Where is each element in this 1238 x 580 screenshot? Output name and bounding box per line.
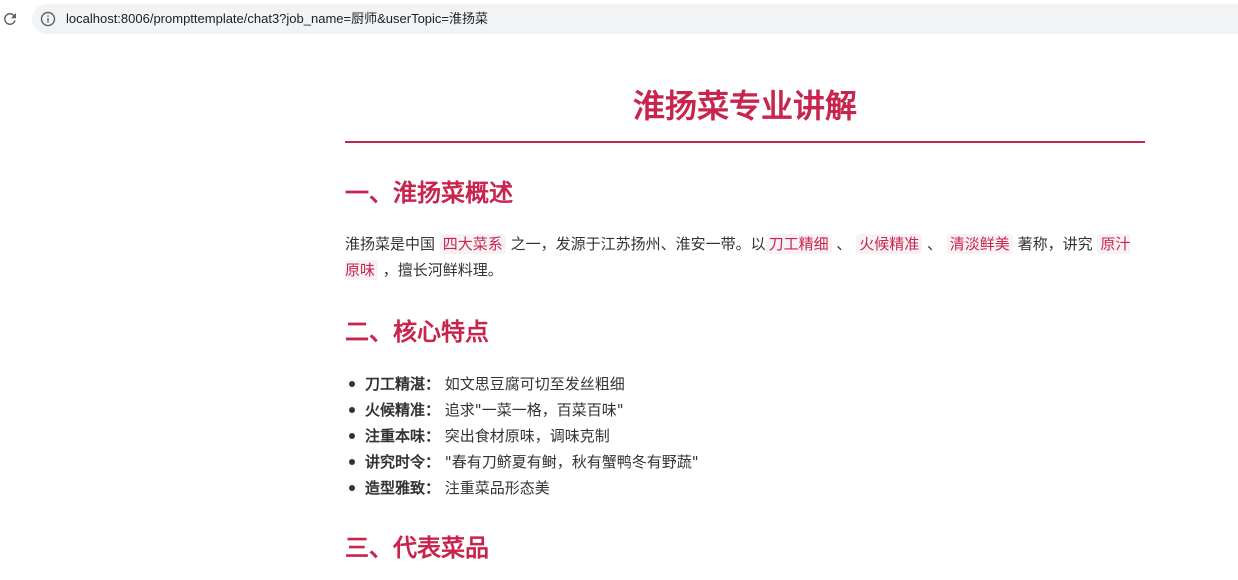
url-text[interactable]: localhost:8006/prompttemplate/chat3?job_… [66, 10, 488, 28]
overview-paragraph: 淮扬菜是中国 四大菜系 之一，发源于江苏扬州、淮安一带。以 刀工精细 、 火候精准… [345, 231, 1145, 283]
features-list: 刀工精湛： 如文思豆腐可切至发丝粗细 火候精准： 追求"一菜一格，百菜百味" 注… [349, 371, 1145, 501]
separator: 、 [836, 235, 852, 253]
bullet-icon [349, 485, 355, 491]
feature-desc: "春有刀鲚夏有鲥，秋有蟹鸭冬有野蔬" [444, 453, 699, 471]
list-item: 刀工精湛： 如文思豆腐可切至发丝粗细 [349, 371, 1145, 397]
page-content: 淮扬菜专业讲解 一、淮扬菜概述 淮扬菜是中国 四大菜系 之一，发源于江苏扬州、淮… [0, 38, 1238, 580]
overview-text: 著称，讲究 [1017, 235, 1093, 253]
bullet-icon [349, 407, 355, 413]
feature-desc: 如文思豆腐可切至发丝粗细 [444, 375, 625, 393]
highlight-knife-skills: 刀工精细 [765, 234, 832, 254]
overview-text: 之一，发源于江苏扬州、淮安一带。以 [510, 235, 766, 253]
section-heading-dishes: 三、代表菜品 [345, 534, 489, 562]
overview-text: ，擅长河鲜料理。 [382, 261, 503, 279]
highlight-heat-control: 火候精准 [856, 234, 923, 254]
separator: 、 [927, 235, 943, 253]
feature-desc: 注重菜品形态美 [444, 479, 550, 497]
section-heading-overview: 一、淮扬菜概述 [345, 179, 513, 207]
overview-text: 淮扬菜是中国 [345, 235, 436, 253]
feature-term: 注重本味： [365, 427, 441, 445]
feature-term: 造型雅致： [365, 479, 441, 497]
list-item: 火候精准： 追求"一菜一格，百菜百味" [349, 397, 1145, 423]
bullet-icon [349, 433, 355, 439]
info-icon[interactable] [40, 11, 56, 27]
page-title: 淮扬菜专业讲解 [632, 87, 857, 125]
feature-term: 讲究时令： [365, 453, 441, 471]
list-item: 讲究时令： "春有刀鲚夏有鲥，秋有蟹鸭冬有野蔬" [349, 449, 1145, 475]
feature-desc: 突出食材原味，调味克制 [444, 427, 610, 445]
feature-term: 火候精准： [365, 401, 441, 419]
highlight-light-fresh: 清淡鲜美 [946, 234, 1013, 254]
bullet-icon [349, 381, 355, 387]
bullet-icon [349, 459, 355, 465]
highlight-four-cuisines: 四大菜系 [439, 234, 506, 254]
reload-icon [4, 12, 17, 25]
title-divider [345, 141, 1145, 143]
browser-toolbar: localhost:8006/prompttemplate/chat3?job_… [0, 0, 1238, 38]
list-item: 造型雅致： 注重菜品形态美 [349, 475, 1145, 501]
feature-desc: 追求"一菜一格，百菜百味" [444, 401, 624, 419]
reload-button[interactable] [0, 9, 20, 29]
list-item: 注重本味： 突出食材原味，调味克制 [349, 423, 1145, 449]
feature-term: 刀工精湛： [365, 375, 441, 393]
section-heading-features: 二、核心特点 [345, 318, 489, 346]
